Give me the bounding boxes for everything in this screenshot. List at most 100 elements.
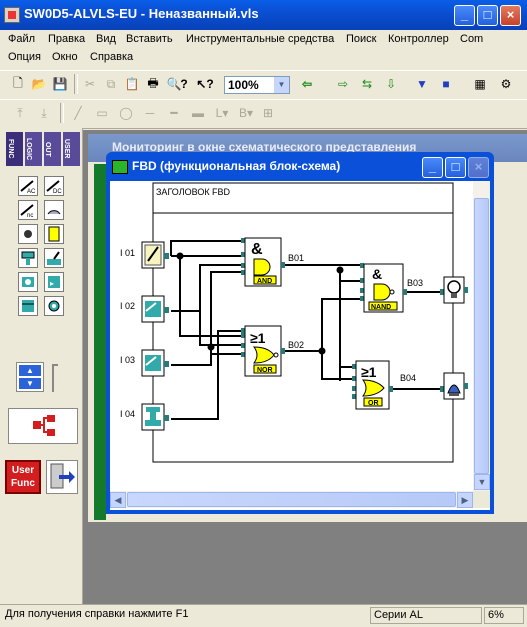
- menu-search[interactable]: Поиск: [346, 33, 376, 45]
- menu-com[interactable]: Com: [460, 33, 483, 45]
- menu-bar-row-2: Опция Окно Справка: [0, 48, 527, 66]
- block-b01-and[interactable]: & AND B01: [241, 237, 304, 287]
- user-func-import-button[interactable]: [46, 460, 78, 494]
- block-b03-nand[interactable]: & NAND B03: [360, 263, 423, 313]
- touch-input-icon[interactable]: [44, 224, 64, 244]
- timer-switch-icon[interactable]: ▸: [44, 272, 64, 292]
- main-toolbar: 🗋 📂 💾 ✂ ⧉ 📋 🖶 🔍 ? ↖? 100% ▼ ⇦ ⇨ ⇆ ⇩ ▼ ■ …: [0, 70, 527, 100]
- block-b04-or[interactable]: ≥1 OR B04: [352, 360, 416, 410]
- scroll-down-icon[interactable]: ▼: [19, 378, 41, 389]
- menu-options[interactable]: Опция: [8, 51, 41, 63]
- fbd-header-text: ЗАГОЛОВОК FBD: [156, 187, 231, 197]
- tab-logic[interactable]: LOGIC: [25, 132, 42, 166]
- input-i03[interactable]: I 03: [120, 349, 169, 377]
- back-arrow-icon[interactable]: ⇦: [297, 74, 317, 94]
- tab-out[interactable]: OUT: [44, 132, 61, 166]
- rectangle-icon[interactable]: ▭: [92, 103, 112, 123]
- print-icon[interactable]: 🖶: [143, 74, 163, 94]
- minimize-button[interactable]: _: [454, 5, 475, 26]
- tree-view-button[interactable]: [8, 408, 78, 444]
- align-icon[interactable]: ⊞: [258, 103, 278, 123]
- gear-icon[interactable]: [44, 296, 64, 316]
- bit-icon[interactable]: [18, 224, 38, 244]
- block-id: B02: [288, 340, 304, 350]
- input-label: I 02: [120, 301, 135, 311]
- horizontal-scroll-thumb[interactable]: [127, 492, 456, 507]
- fbd-window-titlebar[interactable]: FBD (функциональная блок-схема) _ □ ×: [106, 152, 494, 182]
- thin-line-icon[interactable]: ─: [140, 103, 160, 123]
- dc-input-icon[interactable]: DC: [44, 176, 64, 196]
- block-label: AND: [257, 278, 272, 285]
- read-icon[interactable]: ⇨: [333, 74, 353, 94]
- thick-line-icon[interactable]: ▬: [188, 103, 208, 123]
- fbd-minimize-button[interactable]: _: [422, 157, 443, 178]
- toolbar-separator: [60, 103, 64, 123]
- scroll-up-icon[interactable]: ▲: [19, 365, 41, 376]
- menu-insert[interactable]: Вставить: [126, 33, 173, 45]
- write-icon[interactable]: ⇩: [381, 74, 401, 94]
- menu-view[interactable]: Вид: [96, 33, 116, 45]
- user-func-button[interactable]: User Func: [5, 460, 41, 494]
- tab-user[interactable]: USER: [63, 132, 80, 166]
- menu-tools[interactable]: Инструментальные средства: [186, 33, 334, 45]
- ellipse-icon[interactable]: ◯: [116, 103, 136, 123]
- menu-edit[interactable]: Правка: [48, 33, 85, 45]
- app-title-bar[interactable]: SW0D5-ALVLS-EU - Неназванный.vls _ □ ×: [0, 0, 527, 30]
- menu-help[interactable]: Справка: [90, 51, 133, 63]
- block-symbol: ≥1: [361, 364, 377, 380]
- input-i02[interactable]: I 02: [120, 295, 169, 323]
- menu-window[interactable]: Окно: [52, 51, 78, 63]
- bring-front-icon[interactable]: ⤒: [10, 103, 30, 123]
- save-icon[interactable]: 💾: [50, 74, 70, 94]
- calendar-icon[interactable]: [18, 296, 38, 316]
- scroll-down-arrow-icon[interactable]: ▼: [474, 474, 490, 490]
- user-func-line2: Func: [11, 478, 35, 489]
- fbd-diagram[interactable]: ЗАГОЛОВОК FBD I 01 I 02 I 03 I 04 & AND …: [110, 181, 473, 491]
- vertical-scroll-thumb[interactable]: [474, 198, 489, 474]
- status-series: Серии AL: [370, 607, 482, 624]
- palette-tabs: FUNC LOGIC OUT USER: [6, 132, 80, 168]
- svg-text:DC: DC: [53, 189, 62, 195]
- menu-file[interactable]: Файл: [8, 33, 35, 45]
- chevron-down-icon[interactable]: ▼: [274, 77, 289, 93]
- input-i01[interactable]: I 01: [120, 241, 169, 269]
- fbd-close-button[interactable]: ×: [468, 157, 489, 178]
- open-file-icon[interactable]: 📂: [29, 74, 49, 94]
- paste-icon[interactable]: 📋: [122, 74, 142, 94]
- context-help-icon[interactable]: ↖?: [195, 74, 215, 94]
- tab-func[interactable]: FUNC: [6, 132, 23, 166]
- ac-input-icon[interactable]: AC: [18, 176, 38, 196]
- selector-switch-icon[interactable]: [18, 272, 38, 292]
- nc-contact-icon[interactable]: nc: [18, 200, 38, 220]
- line-icon[interactable]: ╱: [68, 103, 88, 123]
- send-back-icon[interactable]: ⤓: [34, 103, 54, 123]
- close-button[interactable]: ×: [500, 5, 521, 26]
- scroll-left-arrow-icon[interactable]: ◀: [110, 492, 126, 508]
- medium-line-icon[interactable]: ━: [164, 103, 184, 123]
- new-file-icon[interactable]: 🗋: [8, 74, 28, 94]
- cut-icon[interactable]: ✂: [80, 74, 100, 94]
- help-icon[interactable]: ?: [174, 74, 194, 94]
- fbd-vertical-scrollbar[interactable]: ▼: [473, 181, 490, 491]
- fbd-maximize-button[interactable]: □: [445, 157, 466, 178]
- stop-icon[interactable]: ■: [436, 74, 456, 94]
- fbd-horizontal-scrollbar[interactable]: ◀ ▶: [110, 491, 473, 508]
- output-buzzer-icon[interactable]: [440, 372, 468, 400]
- input-i04[interactable]: I 04: [120, 403, 169, 431]
- copy-icon[interactable]: ⧉: [101, 74, 121, 94]
- zoom-select[interactable]: 100% ▼: [224, 76, 290, 94]
- menu-controller[interactable]: Контроллер: [388, 33, 449, 45]
- monitor-icon[interactable]: ▦: [470, 74, 490, 94]
- lever-switch-icon[interactable]: [44, 248, 64, 268]
- line-style-icon[interactable]: L▾: [210, 103, 234, 123]
- push-button-icon[interactable]: [18, 248, 38, 268]
- run-icon[interactable]: ▼: [412, 74, 432, 94]
- analog-gauge-icon[interactable]: [44, 200, 64, 220]
- settings-icon[interactable]: ⚙: [496, 74, 516, 94]
- hierarchy-icon: [33, 415, 55, 436]
- output-lamp-icon[interactable]: [440, 276, 468, 304]
- verify-icon[interactable]: ⇆: [357, 74, 377, 94]
- maximize-button[interactable]: □: [477, 5, 498, 26]
- border-style-icon[interactable]: B▾: [234, 103, 258, 123]
- scroll-right-arrow-icon[interactable]: ▶: [457, 492, 473, 508]
